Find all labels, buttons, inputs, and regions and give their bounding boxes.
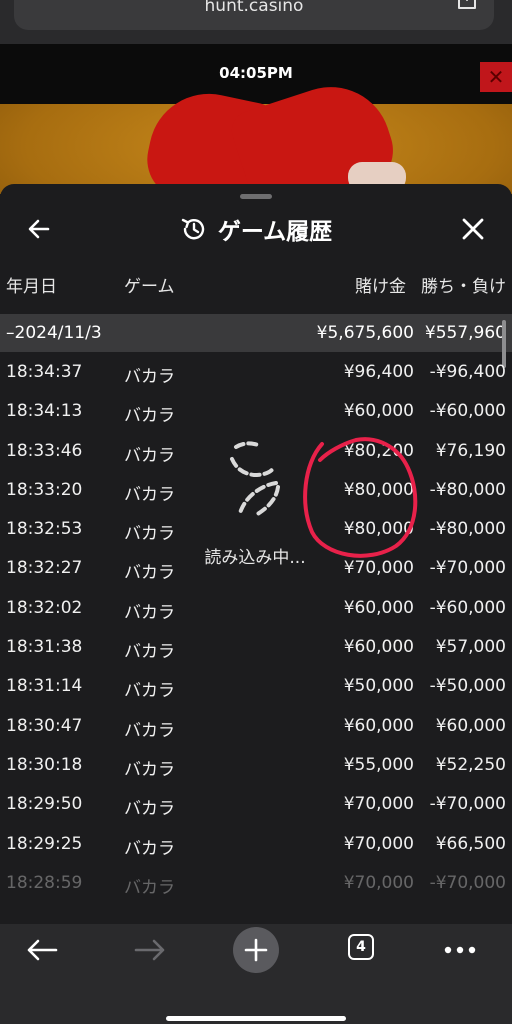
column-header-bet: 賭け金 bbox=[355, 277, 406, 297]
row-time: 18:33:20 bbox=[6, 479, 83, 500]
row-time: 18:29:25 bbox=[6, 833, 83, 854]
row-time: 18:34:13 bbox=[6, 401, 83, 422]
table-row[interactable]: 18:28:59 バカラ ¥70,000 -¥70,000 bbox=[0, 863, 512, 902]
row-result: -¥70,000 bbox=[429, 794, 506, 815]
row-result: -¥80,000 bbox=[429, 519, 506, 540]
row-time: 18:31:14 bbox=[6, 676, 83, 697]
more-icon[interactable] bbox=[444, 946, 476, 954]
close-icon[interactable] bbox=[460, 216, 486, 242]
row-game: バカラ bbox=[124, 759, 175, 780]
home-indicator bbox=[166, 1016, 346, 1021]
spinner-icon bbox=[230, 441, 280, 517]
row-time: 18:32:53 bbox=[6, 519, 83, 540]
date-summary-row[interactable]: –2024/11/3 ¥5,675,600 ¥557,960 bbox=[0, 314, 512, 352]
url-text[interactable]: hunt.casino bbox=[14, 0, 494, 16]
panel-header: ゲーム履歴 bbox=[0, 208, 512, 256]
column-header-game: ゲーム bbox=[124, 277, 175, 297]
row-time: 18:32:02 bbox=[6, 597, 83, 618]
tab-count-button[interactable]: 4 bbox=[348, 934, 374, 960]
table-header: 年月日 ゲーム 賭け金 勝ち・負け bbox=[0, 272, 512, 297]
row-result: ¥76,190 bbox=[435, 440, 506, 461]
row-game: バカラ bbox=[124, 602, 175, 623]
sheet-grabber[interactable] bbox=[240, 194, 272, 199]
table-row[interactable]: 18:32:02 バカラ ¥60,000 -¥60,000 bbox=[0, 588, 512, 627]
row-game: バカラ bbox=[124, 445, 175, 466]
row-game: バカラ bbox=[124, 406, 175, 427]
table-row[interactable]: 18:31:14 バカラ ¥50,000 -¥50,000 bbox=[0, 666, 512, 705]
table-row[interactable]: 18:29:25 バカラ ¥70,000 ¥66,500 bbox=[0, 824, 512, 863]
back-arrow-icon[interactable] bbox=[26, 938, 58, 962]
table-row[interactable]: 18:34:37 バカラ ¥96,400 -¥96,400 bbox=[0, 352, 512, 391]
stream-clock: 04:05PM bbox=[219, 64, 293, 82]
row-time: 18:30:18 bbox=[6, 754, 83, 775]
row-game: バカラ bbox=[124, 877, 175, 898]
row-result: -¥50,000 bbox=[429, 676, 506, 697]
row-result: -¥60,000 bbox=[429, 401, 506, 422]
close-stream-button[interactable]: ✕ bbox=[480, 62, 512, 92]
forward-arrow-icon[interactable] bbox=[134, 938, 166, 962]
row-game: バカラ bbox=[124, 720, 175, 741]
row-result: -¥70,000 bbox=[429, 558, 506, 579]
row-result: ¥66,500 bbox=[435, 833, 506, 854]
row-game: バカラ bbox=[124, 524, 175, 545]
row-time: 18:30:47 bbox=[6, 715, 83, 736]
row-game: バカラ bbox=[124, 642, 175, 663]
row-result: -¥60,000 bbox=[429, 597, 506, 618]
page-title: ゲーム履歴 bbox=[217, 219, 333, 245]
column-header-win-loss: 勝ち・負け bbox=[421, 277, 506, 297]
share-icon[interactable] bbox=[456, 0, 478, 10]
row-result: ¥57,000 bbox=[435, 637, 506, 658]
row-time: 18:32:27 bbox=[6, 558, 83, 579]
row-result: ¥60,000 bbox=[435, 715, 506, 736]
row-game: バカラ bbox=[124, 563, 175, 584]
plus-icon bbox=[244, 938, 268, 962]
row-bet: ¥60,000 bbox=[343, 637, 414, 658]
row-time: 18:29:50 bbox=[6, 794, 83, 815]
row-bet: ¥96,400 bbox=[343, 362, 414, 382]
red-circle-annotation bbox=[303, 437, 418, 558]
game-stream: 04:05PM ✕ bbox=[0, 44, 512, 194]
row-game: バカラ bbox=[124, 681, 175, 702]
history-icon bbox=[181, 218, 204, 240]
row-bet: ¥70,000 bbox=[343, 794, 414, 815]
row-result: -¥96,400 bbox=[429, 362, 506, 382]
table-row[interactable]: 18:29:50 バカラ ¥70,000 -¥70,000 bbox=[0, 784, 512, 823]
row-bet: ¥50,000 bbox=[343, 676, 414, 697]
row-result: -¥80,000 bbox=[429, 479, 506, 500]
row-time: 18:34:37 bbox=[6, 362, 83, 382]
row-time: 18:28:59 bbox=[6, 872, 83, 893]
column-header-date: 年月日 bbox=[6, 277, 57, 297]
summary-bet: ¥5,675,600 bbox=[316, 323, 414, 343]
new-tab-button[interactable] bbox=[233, 927, 279, 973]
row-bet: ¥60,000 bbox=[343, 401, 414, 422]
row-result: -¥70,000 bbox=[429, 872, 506, 893]
row-time: 18:31:38 bbox=[6, 637, 83, 658]
row-result: ¥52,250 bbox=[435, 754, 506, 775]
row-game: バカラ bbox=[124, 367, 175, 387]
row-bet: ¥55,000 bbox=[343, 754, 414, 775]
row-bet: ¥60,000 bbox=[343, 715, 414, 736]
row-bet: ¥70,000 bbox=[343, 872, 414, 893]
table-row[interactable]: 18:30:47 バカラ ¥60,000 ¥60,000 bbox=[0, 706, 512, 745]
summary-win-loss: ¥557,960 bbox=[424, 323, 506, 343]
game-history-panel: ゲーム履歴 年月日 ゲーム 賭け金 勝ち・負け –2024/11/3 ¥5,67… bbox=[0, 184, 512, 924]
browser-toolbar: 4 bbox=[0, 924, 512, 1024]
row-time: 18:33:46 bbox=[6, 440, 83, 461]
history-list: 18:34:37 バカラ ¥96,400 -¥96,400 18:34:13 バカラ ¥60… bbox=[0, 352, 512, 902]
row-game: バカラ bbox=[124, 799, 175, 820]
table-row[interactable]: 18:34:13 バカラ ¥60,000 -¥60,000 bbox=[0, 391, 512, 430]
row-bet: ¥70,000 bbox=[343, 833, 414, 854]
summary-date: –2024/11/3 bbox=[6, 323, 102, 343]
row-game: バカラ bbox=[124, 838, 175, 859]
table-row[interactable]: 18:30:18 バカラ ¥55,000 ¥52,250 bbox=[0, 745, 512, 784]
row-bet: ¥60,000 bbox=[343, 597, 414, 618]
title-group: ゲーム履歴 bbox=[0, 212, 512, 246]
url-bar[interactable]: hunt.casino bbox=[14, 0, 494, 30]
browser-address-bar-area: hunt.casino bbox=[0, 0, 512, 44]
row-game: バカラ bbox=[124, 484, 175, 505]
table-row[interactable]: 18:31:38 バカラ ¥60,000 ¥57,000 bbox=[0, 627, 512, 666]
